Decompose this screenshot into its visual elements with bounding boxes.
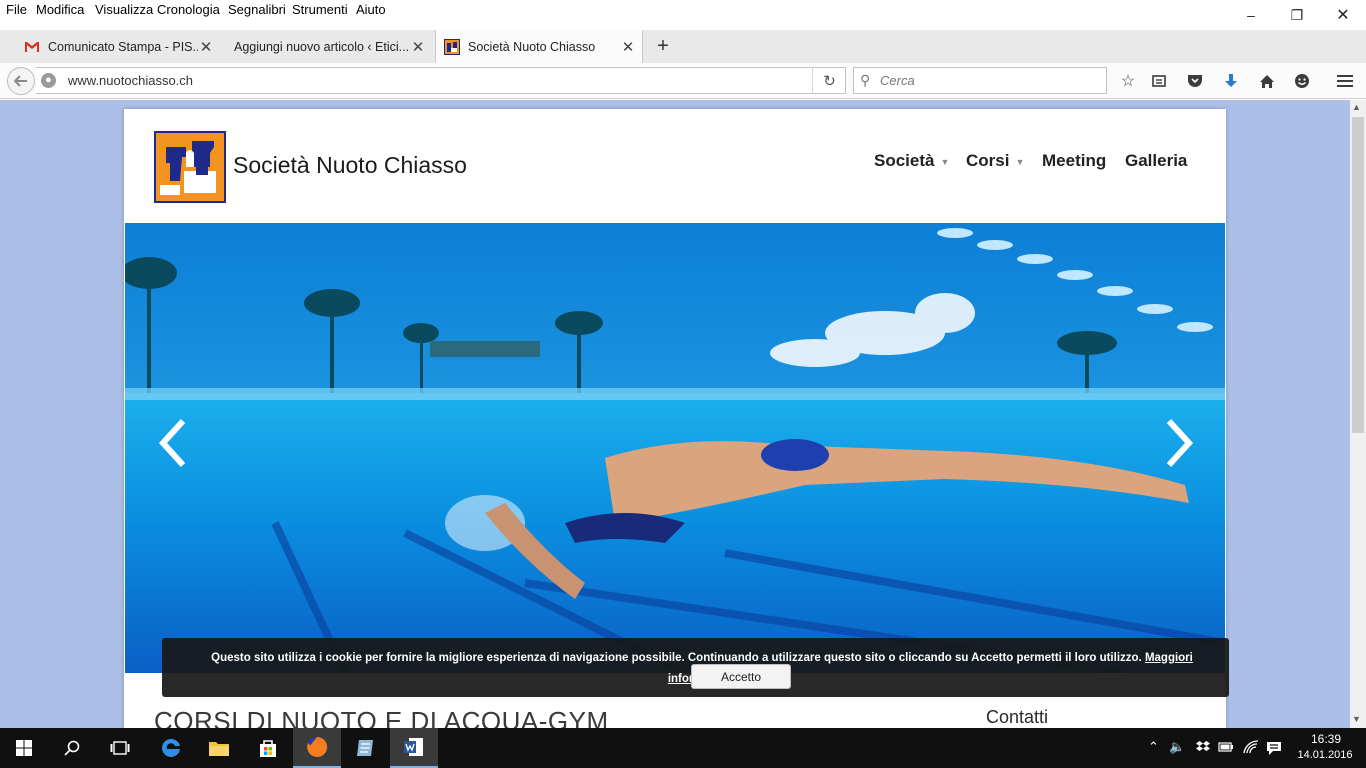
taskbar-search-icon[interactable] [48,728,96,768]
menu-strumenti[interactable]: Strumenti [292,2,348,17]
caret-down-icon: ▼ [940,156,950,167]
windows-start-icon[interactable] [0,728,48,768]
hamburger-menu-icon[interactable] [1334,70,1356,92]
nav-galleria[interactable]: Galleria [1125,151,1187,171]
nav-label: Società [874,151,935,170]
scroll-down-arrow-icon[interactable]: ▼ [1352,714,1361,724]
volume-icon[interactable]: 🔈 [1169,739,1185,755]
pocket-icon[interactable] [1184,70,1206,92]
close-window-button[interactable]: ✕ [1320,0,1366,30]
menu-file[interactable]: File [6,2,27,17]
search-placeholder: Cerca [880,73,915,88]
back-arrow-icon [14,75,27,87]
close-tab-icon[interactable]: ✕ [410,38,426,56]
downloads-icon[interactable] [1220,70,1242,92]
content-heading: CORSI DI NUOTO E DI ACQUA-GYM [154,706,609,728]
word-app-icon[interactable] [390,728,438,768]
bookmark-star-icon[interactable]: ☆ [1117,70,1139,92]
new-tab-button[interactable]: + [652,36,674,58]
page-viewport: Società Nuoto Chiasso Società ▼ Corsi ▼ Me… [0,100,1350,728]
tab-gmail[interactable]: Comunicato Stampa - PIS... ✕ [16,30,220,63]
swimmer-logo-icon [156,133,224,201]
caret-down-icon: ▼ [1015,156,1025,167]
menu-cronologia[interactable]: Cronologia [157,2,220,17]
tab-title: Società Nuoto Chiasso [468,39,596,54]
firefox-taskbar-icon[interactable] [293,728,341,768]
tab-wordpress[interactable]: Aggiungi nuovo articolo ‹ Etici... ✕ [224,30,432,63]
nav-label: Corsi [966,151,1010,170]
search-icon: ⚲ [860,72,871,88]
dropbox-icon[interactable] [1196,740,1210,757]
wifi-icon[interactable] [1243,740,1259,757]
back-button[interactable] [7,67,35,95]
close-tab-icon[interactable]: ✕ [620,38,636,56]
scrollbar-thumb[interactable] [1352,117,1364,433]
nav-societa[interactable]: Società ▼ [874,151,949,171]
hello-chat-icon[interactable] [1291,70,1313,92]
nav-meeting[interactable]: Meeting [1042,151,1106,171]
menu-visualizza[interactable]: Visualizza [95,2,153,17]
task-view-icon[interactable] [96,728,144,768]
action-center-icon[interactable] [1266,740,1282,759]
reload-button[interactable]: ↻ [812,67,846,94]
globe-icon[interactable]: ● [41,73,56,88]
tray-expand-icon[interactable]: ⌃ [1148,739,1159,755]
swimmer-hero-image [125,223,1225,673]
cookie-banner: Questo sito utilizza i cookie per fornir… [162,638,1229,697]
cookie-message: Questo sito utilizza i cookie per fornir… [211,652,1142,664]
scroll-up-arrow-icon[interactable]: ▲ [1352,102,1361,112]
tab-title: Comunicato Stampa - PIS... [48,39,198,54]
site-container: Società Nuoto Chiasso Società ▼ Corsi ▼ Me… [124,109,1226,728]
clock-date[interactable]: 14.01.2016 [1296,749,1354,761]
tab-nuoto-chiasso[interactable]: Società Nuoto Chiasso ✕ [435,30,643,63]
file-explorer-icon[interactable] [195,728,243,768]
site-logo[interactable] [154,131,226,203]
tab-title: Aggiungi nuovo articolo ‹ Etici... [234,39,410,54]
restore-button[interactable]: ❐ [1274,0,1320,30]
menu-bar: File Modifica Visualizza Cronologia Segn… [0,0,1366,20]
sidebar-heading: Contatti [986,707,1049,727]
site-title[interactable]: Società Nuoto Chiasso [233,152,467,179]
bookmarks-menu-icon[interactable] [1148,70,1170,92]
menu-modifica[interactable]: Modifica [36,2,84,17]
cookie-accept-button[interactable]: Accetto [691,664,791,689]
hero-slider [125,223,1225,673]
menu-aiuto[interactable]: Aiuto [356,2,386,17]
store-icon[interactable] [244,728,292,768]
gmail-icon [25,41,39,52]
minimize-button[interactable]: – [1228,0,1274,30]
clock-time[interactable]: 16:39 [1306,732,1346,746]
home-icon[interactable] [1256,70,1278,92]
notes-app-icon[interactable] [341,728,389,768]
snc-logo-icon [444,38,460,55]
battery-icon[interactable] [1218,741,1234,756]
url-text[interactable]: www.nuotochiasso.ch [68,73,193,88]
next-slide-arrow-icon[interactable] [1159,413,1199,473]
nav-corsi[interactable]: Corsi ▼ [966,151,1024,171]
menu-segnalibri[interactable]: Segnalibri [228,2,286,17]
close-tab-icon[interactable]: ✕ [198,38,214,56]
prev-slide-arrow-icon[interactable] [153,413,193,473]
edge-browser-icon[interactable] [147,728,195,768]
